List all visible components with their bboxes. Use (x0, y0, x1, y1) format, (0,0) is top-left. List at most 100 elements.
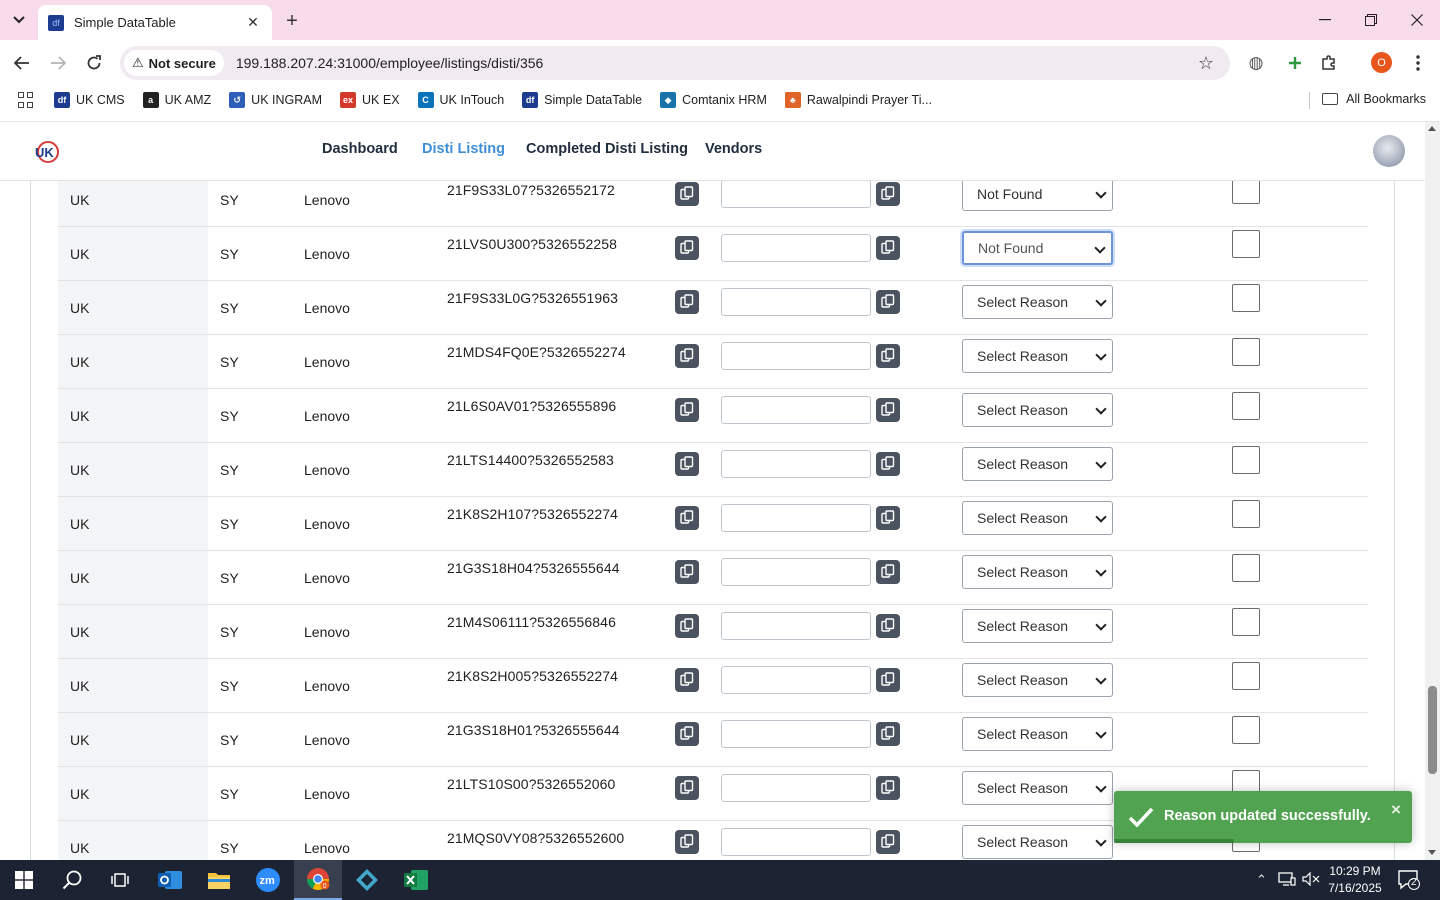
bookmark-item[interactable]: ↺ UK INGRAM (229, 92, 322, 108)
value-input[interactable] (721, 720, 871, 748)
copy-sku-button[interactable] (675, 452, 699, 476)
copy-sku-button[interactable] (675, 506, 699, 530)
reason-select[interactable]: Select Reason (962, 609, 1113, 643)
reason-select[interactable]: Select Reason (962, 339, 1113, 373)
row-checkbox[interactable] (1232, 392, 1260, 420)
start-button[interactable] (0, 860, 48, 900)
value-input[interactable] (721, 288, 871, 316)
excel-app[interactable] (392, 860, 440, 900)
search-button[interactable] (48, 860, 96, 900)
bookmark-item[interactable]: C UK InTouch (417, 92, 504, 108)
copy-value-button[interactable] (876, 668, 900, 692)
reason-select[interactable]: Not Found (962, 177, 1113, 211)
reason-select[interactable]: Select Reason (962, 447, 1113, 481)
copy-value-button[interactable] (876, 614, 900, 638)
copy-value-button[interactable] (876, 452, 900, 476)
tray-chevron-icon[interactable]: ⌃ (1256, 872, 1267, 888)
bookmark-item[interactable]: a UK AMZ (142, 92, 211, 108)
bookmark-item[interactable]: ♣ Rawalpindi Prayer Ti... (784, 92, 932, 108)
forward-button[interactable] (44, 49, 72, 77)
apps-grid-icon[interactable] (18, 92, 34, 108)
translate-icon[interactable]: ◍ (1243, 50, 1269, 76)
scroll-down-icon[interactable] (1428, 850, 1436, 855)
user-avatar[interactable] (1373, 135, 1405, 167)
row-checkbox[interactable] (1232, 554, 1260, 582)
reason-select[interactable]: Not Found (962, 231, 1113, 265)
tab-search-button[interactable] (6, 8, 32, 32)
extensions-button[interactable] (1316, 50, 1342, 76)
copy-sku-button[interactable] (675, 344, 699, 368)
network-icon[interactable] (1278, 872, 1296, 889)
nav-vendors[interactable]: Vendors (705, 141, 762, 157)
copy-sku-button[interactable] (675, 236, 699, 260)
copy-sku-button[interactable] (675, 830, 699, 854)
bookmark-item[interactable]: ex UK EX (340, 92, 400, 108)
tab-close-icon[interactable]: ✕ (244, 14, 262, 32)
value-input[interactable] (721, 774, 871, 802)
outlook-app[interactable] (146, 860, 194, 900)
extension-plus-icon[interactable] (1282, 50, 1308, 76)
value-input[interactable] (721, 450, 871, 478)
nav-completed-disti-listing[interactable]: Completed Disti Listing (526, 141, 688, 157)
scroll-thumb[interactable] (1428, 686, 1437, 774)
row-checkbox[interactable] (1232, 230, 1260, 258)
bookmark-item[interactable]: df UK CMS (54, 92, 125, 108)
value-input[interactable] (721, 558, 871, 586)
value-input[interactable] (721, 234, 871, 262)
copy-value-button[interactable] (876, 182, 900, 206)
copy-value-button[interactable] (876, 776, 900, 800)
scroll-up-icon[interactable] (1428, 126, 1436, 131)
copy-sku-button[interactable] (675, 182, 699, 206)
copy-value-button[interactable] (876, 830, 900, 854)
file-explorer-app[interactable] (195, 860, 243, 900)
value-input[interactable] (721, 612, 871, 640)
reason-select[interactable]: Select Reason (962, 717, 1113, 751)
row-checkbox[interactable] (1232, 284, 1260, 312)
zoom-app[interactable]: zm (244, 860, 292, 900)
success-toast[interactable]: Reason updated successfully. × (1114, 791, 1412, 843)
value-input[interactable] (721, 342, 871, 370)
bookmark-item[interactable]: df Simple DataTable (522, 92, 642, 108)
toast-close-button[interactable]: × (1391, 800, 1401, 820)
copy-value-button[interactable] (876, 560, 900, 584)
copy-value-button[interactable] (876, 506, 900, 530)
page-scrollbar[interactable] (1425, 122, 1440, 860)
nav-disti-listing[interactable]: Disti Listing (422, 141, 505, 157)
copy-value-button[interactable] (876, 398, 900, 422)
new-tab-button[interactable]: + (280, 9, 304, 33)
bookmark-item[interactable]: ◆ Comtanix HRM (660, 92, 767, 108)
copy-value-button[interactable] (876, 290, 900, 314)
chrome-menu-icon[interactable] (1405, 50, 1431, 76)
copy-sku-button[interactable] (675, 614, 699, 638)
minimize-button[interactable] (1302, 0, 1348, 40)
copy-sku-button[interactable] (675, 560, 699, 584)
chrome-app[interactable]: 0 (294, 860, 342, 900)
reason-select[interactable]: Select Reason (962, 393, 1113, 427)
volume-muted-icon[interactable] (1302, 871, 1320, 889)
value-input[interactable] (721, 180, 871, 208)
back-button[interactable] (8, 49, 36, 77)
row-checkbox[interactable] (1232, 662, 1260, 690)
copy-sku-button[interactable] (675, 776, 699, 800)
value-input[interactable] (721, 666, 871, 694)
copy-value-button[interactable] (876, 344, 900, 368)
reason-select[interactable]: Select Reason (962, 501, 1113, 535)
url-text[interactable]: 199.188.207.24:31000/employee/listings/d… (236, 55, 1192, 71)
copy-value-button[interactable] (876, 236, 900, 260)
row-checkbox[interactable] (1232, 608, 1260, 636)
vscode-like-app[interactable] (343, 860, 391, 900)
value-input[interactable] (721, 396, 871, 424)
task-view-button[interactable] (96, 860, 144, 900)
copy-value-button[interactable] (876, 722, 900, 746)
restore-button[interactable] (1348, 0, 1394, 40)
row-checkbox[interactable] (1232, 500, 1260, 528)
address-bar[interactable]: ⚠ Not secure 199.188.207.24:31000/employ… (120, 46, 1230, 80)
value-input[interactable] (721, 828, 871, 856)
row-checkbox[interactable] (1232, 716, 1260, 744)
copy-sku-button[interactable] (675, 398, 699, 422)
row-checkbox[interactable] (1232, 446, 1260, 474)
system-clock[interactable]: 10:29 PM 7/16/2025 (1322, 863, 1388, 897)
reason-select[interactable]: Select Reason (962, 663, 1113, 697)
nav-dashboard[interactable]: Dashboard (322, 141, 398, 157)
profile-avatar[interactable]: O (1371, 52, 1392, 73)
